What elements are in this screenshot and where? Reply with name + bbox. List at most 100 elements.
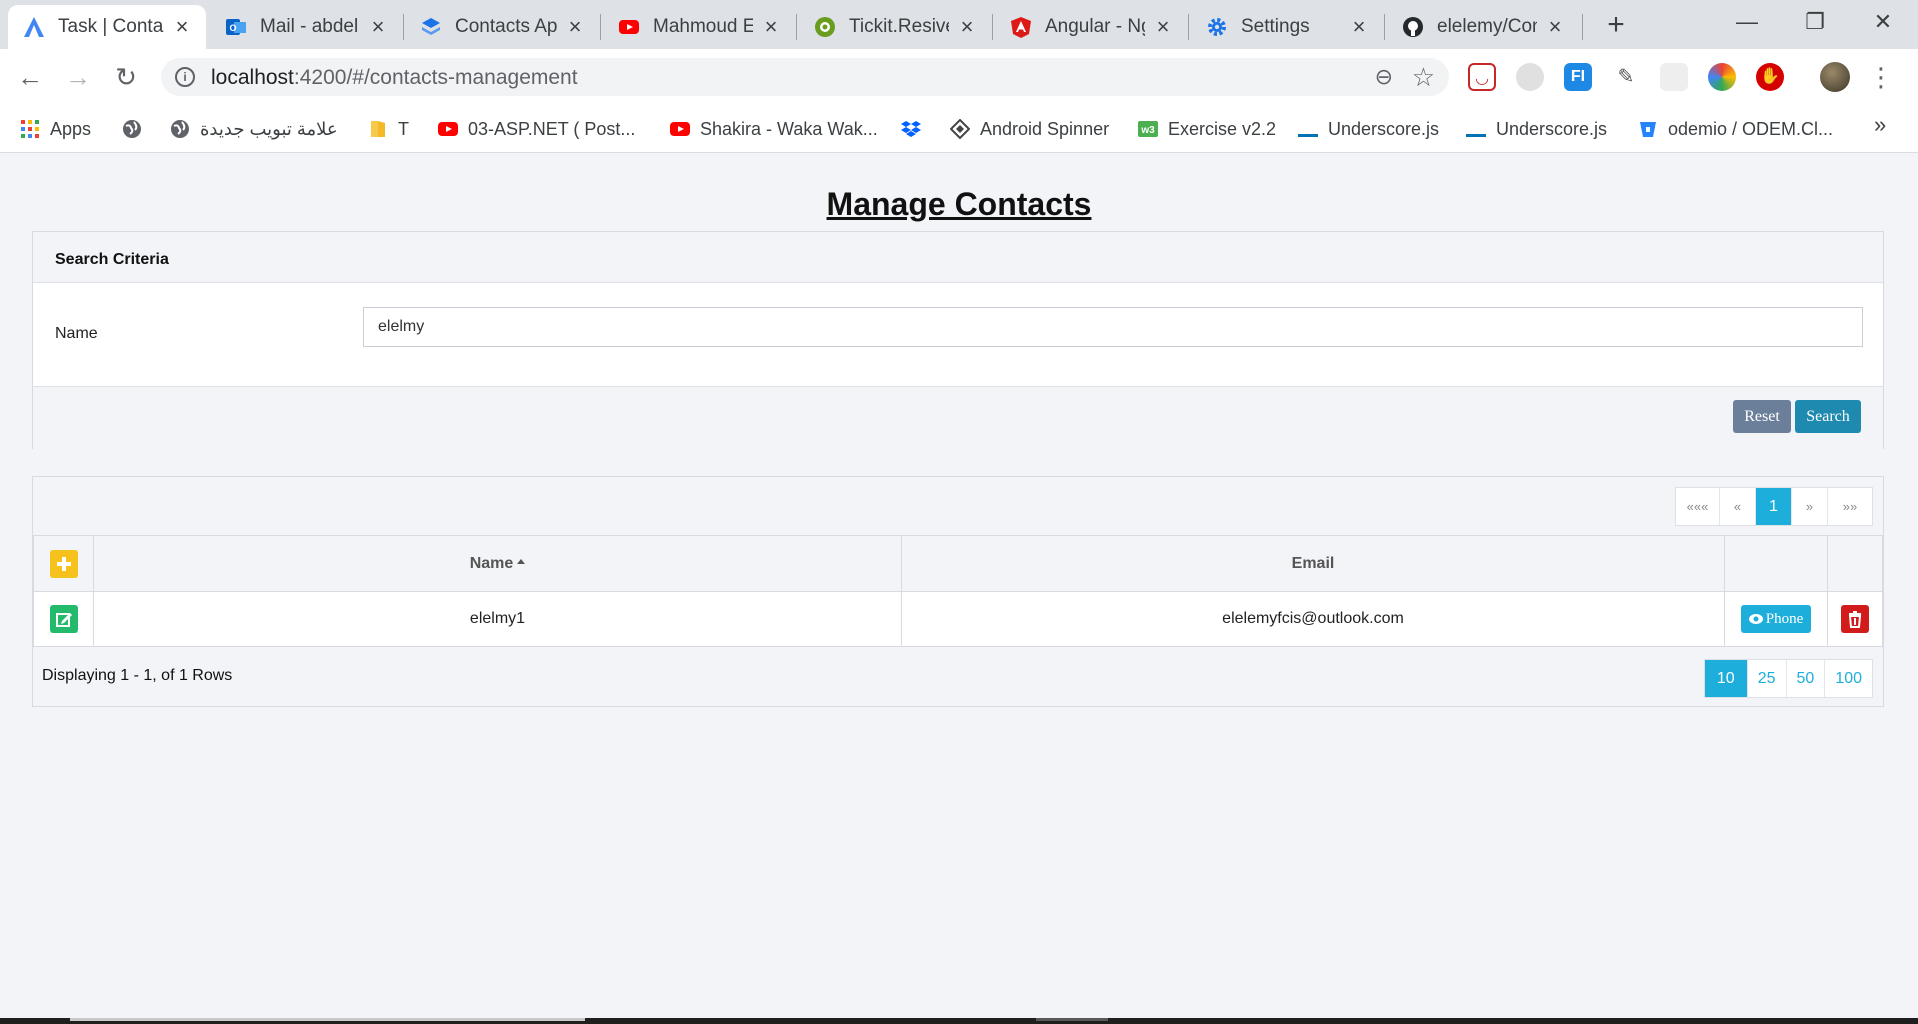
stack-icon <box>419 15 443 39</box>
last-page-button[interactable]: »» <box>1828 488 1872 525</box>
email-column-header[interactable]: Email <box>901 535 1725 592</box>
pocket-extension-icon[interactable]: ◡ <box>1468 63 1496 91</box>
zoom-icon[interactable]: ⊖ <box>1375 64 1393 90</box>
tickit-icon <box>813 15 837 39</box>
page-size-10-button[interactable]: 10 <box>1704 660 1748 697</box>
minimize-icon[interactable]: — <box>1724 6 1770 38</box>
add-contact-button[interactable] <box>49 549 78 578</box>
browser-toolbar: ← → ↻ i localhost:4200/#/contacts-manage… <box>0 49 1918 105</box>
reset-button[interactable]: Reset <box>1733 400 1791 433</box>
fi-extension-icon[interactable]: FI <box>1564 63 1592 91</box>
address-bar[interactable]: i localhost:4200/#/contacts-management ⊖… <box>161 58 1449 96</box>
delete-cell <box>1827 591 1883 647</box>
previous-page-button[interactable]: « <box>1720 488 1756 525</box>
eyedropper-extension-icon[interactable]: ✎ <box>1612 63 1640 91</box>
window-close-icon[interactable]: ✕ <box>1860 6 1906 38</box>
first-page-button[interactable]: ««« <box>1676 488 1720 525</box>
close-icon[interactable]: × <box>1545 16 1565 38</box>
apps-grid-icon <box>20 119 40 139</box>
bookmark-new-tab-arabic[interactable]: علامة تبويب جديدة <box>170 115 338 143</box>
close-icon[interactable]: × <box>761 16 781 38</box>
close-icon[interactable]: × <box>1349 16 1369 38</box>
bookmark-aspnet[interactable]: 03-ASP.NET ( Post... <box>438 115 635 143</box>
star-icon[interactable]: ☆ <box>1412 62 1435 93</box>
stop-hand-extension-icon[interactable]: ✋ <box>1756 63 1784 91</box>
edit-cell <box>33 591 94 647</box>
globe-icon <box>122 119 142 139</box>
diamond-icon <box>950 119 970 139</box>
extension-light-icon[interactable] <box>1660 63 1688 91</box>
info-icon[interactable]: i <box>175 67 195 87</box>
close-icon[interactable]: × <box>368 16 388 38</box>
color-wheel-extension-icon[interactable] <box>1708 63 1736 91</box>
outlook-icon: O <box>224 15 248 39</box>
bookmark-underscore-1[interactable]: Underscore.js <box>1298 115 1439 143</box>
phone-cell: Phone <box>1724 591 1828 647</box>
plus-icon <box>56 556 71 571</box>
contact-name-cell: elelmy1 <box>93 591 902 647</box>
add-column-header <box>33 535 94 592</box>
bookmarks-overflow-icon[interactable]: » <box>1874 112 1886 138</box>
sort-ascending-icon <box>517 558 526 564</box>
pagination: ««« « 1 » »» <box>1675 487 1873 526</box>
extension-grey-icon[interactable] <box>1516 63 1544 91</box>
underscore-icon <box>1298 119 1318 139</box>
svg-text:w3: w3 <box>1140 125 1155 136</box>
folder-icon <box>368 119 388 139</box>
tab-title: Tickit.Resive <box>849 16 949 37</box>
bookmark-folder-t[interactable]: T <box>368 115 409 143</box>
bookmark-odemio[interactable]: odemio / ODEM.Cl... <box>1638 115 1833 143</box>
bookmark-apps[interactable]: Apps <box>20 115 91 143</box>
tab-tickit[interactable]: Tickit.Resive × <box>799 5 991 49</box>
close-icon[interactable]: × <box>565 16 585 38</box>
tab-github[interactable]: elelemy/Con × <box>1387 5 1579 49</box>
close-icon[interactable]: × <box>172 16 192 38</box>
bookmark-globe[interactable] <box>122 115 152 143</box>
name-column-header[interactable]: Name <box>93 535 902 592</box>
underscore-icon <box>1466 119 1486 139</box>
close-icon[interactable]: × <box>1153 16 1173 38</box>
back-arrow-icon[interactable]: ← <box>12 59 48 95</box>
menu-kebab-icon[interactable]: ⋮ <box>1868 59 1894 95</box>
eye-icon <box>1748 614 1763 624</box>
tab-settings[interactable]: Settings × <box>1191 5 1383 49</box>
tab-angular[interactable]: Angular - Ng × <box>995 5 1187 49</box>
phone-button[interactable]: Phone <box>1740 605 1812 633</box>
bookmark-label: Underscore.js <box>1496 118 1608 139</box>
bookmark-android-spinner[interactable]: Android Spinner <box>950 115 1109 143</box>
name-search-input[interactable] <box>363 307 1863 347</box>
globe-icon <box>170 119 190 139</box>
bookmark-dropbox[interactable] <box>901 115 931 143</box>
bookmark-exercise[interactable]: w3 Exercise v2.2 <box>1138 115 1276 143</box>
close-icon[interactable]: × <box>957 16 977 38</box>
reload-icon[interactable]: ↻ <box>108 59 144 95</box>
tab-title: Mail - abdel <box>260 16 359 37</box>
bookmark-label: علامة تبويب جديدة <box>200 118 338 139</box>
bookmark-shakira[interactable]: Shakira - Waka Wak... <box>670 115 878 143</box>
tab-mail[interactable]: O Mail - abdel × <box>210 5 402 49</box>
bookmark-underscore-2[interactable]: Underscore.js <box>1466 115 1607 143</box>
page-size-100-button[interactable]: 100 <box>1825 660 1872 697</box>
tab-youtube-mahmoud[interactable]: Mahmoud El × <box>603 5 795 49</box>
next-page-button[interactable]: » <box>1792 488 1828 525</box>
tab-contacts-app[interactable]: Contacts Ap × <box>405 5 599 49</box>
forward-arrow-icon[interactable]: → <box>60 59 96 95</box>
edit-contact-button[interactable] <box>49 605 78 633</box>
page-size-25-button[interactable]: 25 <box>1748 660 1787 697</box>
tab-task-contacts[interactable]: Task | Contac × <box>8 5 206 49</box>
search-button[interactable]: Search <box>1795 400 1861 433</box>
restore-icon[interactable]: ❐ <box>1792 6 1838 38</box>
page-1-button[interactable]: 1 <box>1756 488 1792 525</box>
bookmark-label: 03-ASP.NET ( Post... <box>468 118 636 139</box>
bookmark-label: Underscore.js <box>1328 118 1440 139</box>
url-text[interactable]: localhost:4200/#/contacts-management <box>211 66 578 90</box>
trash-icon <box>1848 611 1862 628</box>
bitbucket-icon <box>1638 119 1658 139</box>
new-tab-plus-icon[interactable]: + <box>1600 10 1632 42</box>
phone-column-header <box>1724 535 1828 592</box>
search-criteria-panel: Search Criteria Name Reset Search <box>32 231 1884 449</box>
profile-avatar[interactable] <box>1820 62 1850 92</box>
tab-title: Task | Contac <box>58 16 164 37</box>
page-size-50-button[interactable]: 50 <box>1787 660 1826 697</box>
delete-contact-button[interactable] <box>1841 605 1869 633</box>
